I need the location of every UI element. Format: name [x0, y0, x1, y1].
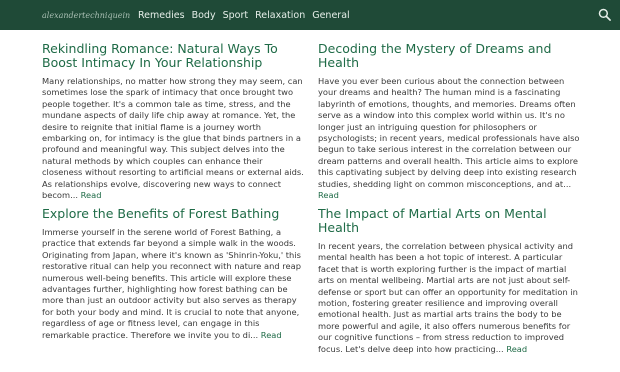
search-icon[interactable] — [598, 8, 611, 21]
article-title[interactable]: The Impact of Martial Arts on Mental Hea… — [318, 207, 580, 235]
read-more-link[interactable]: Read — [506, 344, 527, 354]
top-navigation-bar: alexandertechniqueinside.org Remedies Bo… — [0, 0, 620, 30]
article-title[interactable]: Rekindling Romance: Natural Ways To Boos… — [42, 42, 304, 70]
article-card: Explore the Benefits of Forest Bathing I… — [42, 207, 304, 372]
article-title[interactable]: Decoding the Mystery of Dreams and Healt… — [318, 42, 580, 70]
article-excerpt: Many relationships, no matter how strong… — [42, 76, 304, 201]
article-title[interactable]: Explore the Benefits of Forest Bathing — [42, 207, 304, 221]
nav-item-relaxation[interactable]: Relaxation — [255, 10, 305, 21]
article-card: Rekindling Romance: Natural Ways To Boos… — [42, 42, 304, 207]
nav-item-general[interactable]: General — [312, 10, 349, 21]
read-more-link[interactable]: Read — [261, 330, 282, 340]
nav-item-remedies[interactable]: Remedies — [138, 10, 185, 21]
article-grid: Rekindling Romance: Natural Ways To Boos… — [0, 30, 620, 372]
article-card: Decoding the Mystery of Dreams and Healt… — [318, 42, 580, 207]
article-excerpt-text: In recent years, the correlation between… — [318, 241, 578, 354]
nav-item-body[interactable]: Body — [192, 10, 216, 21]
nav-item-sport[interactable]: Sport — [223, 10, 249, 21]
article-excerpt-text: Many relationships, no matter how strong… — [42, 76, 304, 201]
article-excerpt-text: Have you ever been curious about the con… — [318, 76, 580, 189]
article-excerpt: Immerse yourself in the serene world of … — [42, 227, 304, 341]
article-excerpt: In recent years, the correlation between… — [318, 241, 580, 355]
read-more-link[interactable]: Read — [318, 190, 339, 200]
article-card: The Impact of Martial Arts on Mental Hea… — [318, 207, 580, 372]
main-nav: Remedies Body Sport Relaxation General — [138, 10, 350, 21]
read-more-link[interactable]: Read — [81, 190, 102, 200]
article-excerpt: Have you ever been curious about the con… — [318, 76, 580, 201]
site-logo[interactable]: alexandertechniqueinside.org — [42, 11, 130, 20]
article-excerpt-text: Immerse yourself in the serene world of … — [42, 227, 301, 340]
